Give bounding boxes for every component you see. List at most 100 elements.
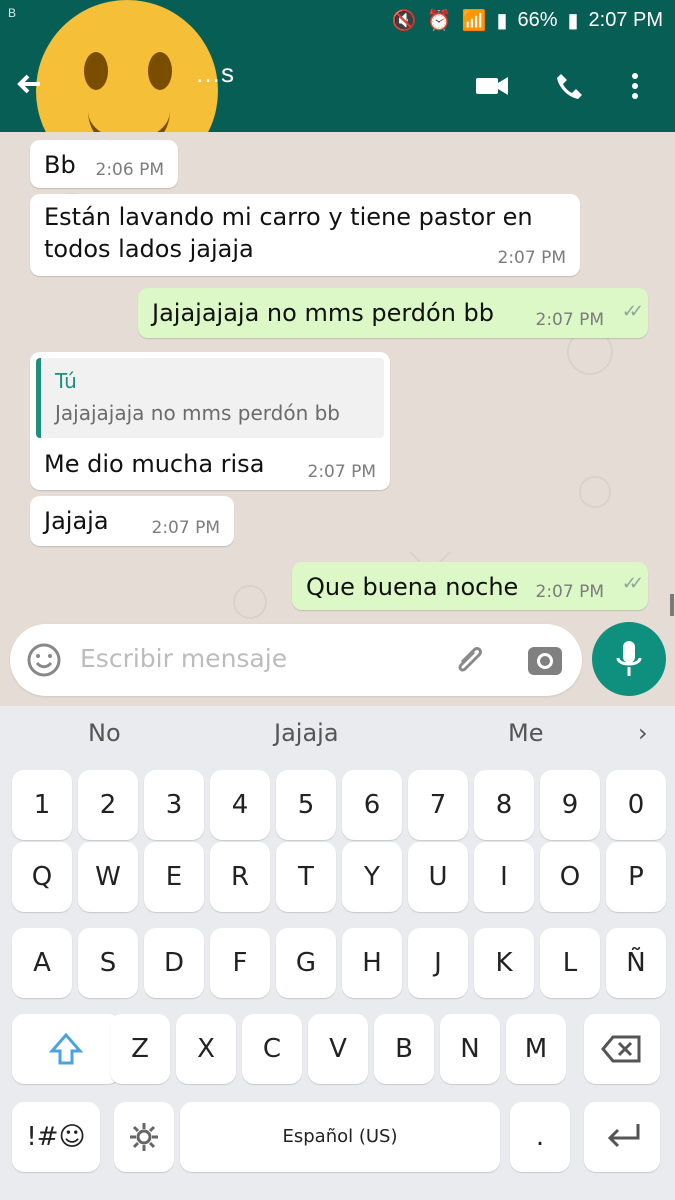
key-f[interactable]: F bbox=[210, 928, 270, 998]
quoted-text: Jajajajaja no mms perdón bb bbox=[55, 401, 340, 425]
key-4[interactable]: 4 bbox=[210, 770, 270, 840]
quoted-message[interactable]: Tú Jajajajaja no mms perdón bb bbox=[36, 358, 384, 438]
sticker-eye bbox=[84, 52, 108, 90]
message-text: Bb bbox=[44, 151, 76, 179]
shift-arrow-icon bbox=[48, 1032, 84, 1065]
key-c[interactable]: C bbox=[242, 1014, 302, 1084]
key-z[interactable]: Z bbox=[110, 1014, 170, 1084]
settings-key[interactable] bbox=[114, 1102, 174, 1172]
microphone-icon bbox=[616, 641, 642, 676]
attach-icon[interactable] bbox=[450, 640, 490, 680]
key-o[interactable]: O bbox=[540, 842, 600, 912]
key-t[interactable]: T bbox=[276, 842, 336, 912]
read-ticks-icon: ✓✓ bbox=[621, 573, 644, 594]
message-text: Jajajajaja no mms perdón bb bbox=[152, 299, 494, 327]
key-h[interactable]: H bbox=[342, 928, 402, 998]
status-app-badge: B bbox=[8, 6, 17, 20]
chat-app-bar: …s bbox=[0, 0, 675, 182]
incoming-reply-message[interactable]: Tú Jajajajaja no mms perdón bb Me dio mu… bbox=[30, 352, 390, 490]
key-g[interactable]: G bbox=[276, 928, 336, 998]
key-a[interactable]: A bbox=[12, 928, 72, 998]
emoji-icon[interactable] bbox=[26, 642, 62, 678]
message-input-bar[interactable]: Escribir mensaje bbox=[10, 624, 582, 696]
message-text: Jajaja bbox=[44, 507, 109, 535]
enter-key[interactable] bbox=[584, 1102, 660, 1172]
wifi-icon: 📶 bbox=[461, 10, 487, 32]
key-d[interactable]: D bbox=[144, 928, 204, 998]
video-call-button[interactable] bbox=[472, 66, 512, 106]
mute-icon: 🔇 bbox=[391, 10, 417, 32]
enter-icon bbox=[607, 1124, 640, 1148]
period-key[interactable]: . bbox=[510, 1102, 570, 1172]
suggestion-me[interactable]: Me bbox=[508, 706, 543, 760]
backspace-icon bbox=[601, 1035, 641, 1063]
key-9[interactable]: 9 bbox=[540, 770, 600, 840]
key-y[interactable]: Y bbox=[342, 842, 402, 912]
key-2[interactable]: 2 bbox=[78, 770, 138, 840]
key-6[interactable]: 6 bbox=[342, 770, 402, 840]
alarm-icon: ⏰ bbox=[426, 10, 452, 32]
key-v[interactable]: V bbox=[308, 1014, 368, 1084]
quoted-author: Tú bbox=[55, 369, 77, 393]
key-w[interactable]: W bbox=[78, 842, 138, 912]
battery-percent: 66% bbox=[517, 9, 558, 31]
video-camera-icon bbox=[476, 77, 508, 95]
key-b[interactable]: B bbox=[374, 1014, 434, 1084]
suggestion-no[interactable]: No bbox=[88, 706, 121, 760]
space-key[interactable]: Español (US) bbox=[180, 1102, 500, 1172]
message-time: 2:07 PM bbox=[535, 310, 605, 330]
incoming-message[interactable]: Están lavando mi carro y tiene pastor en… bbox=[30, 194, 580, 276]
battery-icon: ▮ bbox=[567, 10, 579, 32]
key-x[interactable]: X bbox=[176, 1014, 236, 1084]
voice-call-button[interactable] bbox=[550, 66, 590, 106]
contact-name: …s bbox=[195, 58, 234, 88]
key-k[interactable]: K bbox=[474, 928, 534, 998]
message-text: Que buena noche bbox=[306, 573, 519, 601]
backspace-key[interactable] bbox=[584, 1014, 660, 1084]
sticker-eye bbox=[148, 52, 172, 90]
key-7[interactable]: 7 bbox=[408, 770, 468, 840]
key-5[interactable]: 5 bbox=[276, 770, 336, 840]
message-time: 2:07 PM bbox=[151, 518, 221, 538]
message-time: 2:06 PM bbox=[95, 160, 165, 180]
outgoing-message[interactable]: Jajajajaja no mms perdón bb 2:07 PM ✓✓ bbox=[138, 288, 648, 338]
status-right: 🔇 ⏰ 📶 ▮ 66% ▮ 2:07 PM bbox=[392, 8, 663, 33]
key-q[interactable]: Q bbox=[12, 842, 72, 912]
key-r[interactable]: R bbox=[210, 842, 270, 912]
key-3[interactable]: 3 bbox=[144, 770, 204, 840]
shift-key[interactable] bbox=[12, 1014, 120, 1084]
key-8[interactable]: 8 bbox=[474, 770, 534, 840]
key-e[interactable]: E bbox=[144, 842, 204, 912]
key-i[interactable]: I bbox=[474, 842, 534, 912]
key-p[interactable]: P bbox=[606, 842, 666, 912]
keyboard: No Jajaja Me › 1 2 3 4 5 6 7 8 9 0 Q W E… bbox=[0, 706, 675, 1200]
incoming-message[interactable]: Jajaja 2:07 PM bbox=[30, 496, 234, 546]
key-l[interactable]: L bbox=[540, 928, 600, 998]
key-n-tilde[interactable]: Ñ bbox=[606, 928, 666, 998]
chat-scrollbar[interactable] bbox=[670, 594, 674, 616]
more-options-button[interactable] bbox=[620, 66, 650, 106]
message-input-placeholder[interactable]: Escribir mensaje bbox=[80, 644, 287, 673]
key-m[interactable]: M bbox=[506, 1014, 566, 1084]
outgoing-message[interactable]: Que buena noche 2:07 PM ✓✓ bbox=[292, 562, 648, 610]
key-n[interactable]: N bbox=[440, 1014, 500, 1084]
key-j[interactable]: J bbox=[408, 928, 468, 998]
key-u[interactable]: U bbox=[408, 842, 468, 912]
voice-message-button[interactable] bbox=[592, 622, 666, 696]
chat-area[interactable]: Bb 2:06 PM Están lavando mi carro y tien… bbox=[0, 132, 675, 706]
message-text: Me dio mucha risa bbox=[44, 450, 265, 478]
back-button[interactable] bbox=[10, 64, 50, 104]
symbols-key[interactable]: !#☺ bbox=[12, 1102, 100, 1172]
status-time: 2:07 PM bbox=[588, 9, 663, 31]
chevron-right-icon[interactable]: › bbox=[638, 706, 648, 760]
message-time: 2:07 PM bbox=[497, 248, 567, 268]
message-text-line: Están lavando mi carro y tiene pastor en bbox=[44, 203, 533, 231]
suggestion-jajaja[interactable]: Jajaja bbox=[274, 706, 339, 760]
camera-icon[interactable] bbox=[525, 642, 565, 678]
incoming-message[interactable]: Bb 2:06 PM bbox=[30, 140, 178, 188]
key-0[interactable]: 0 bbox=[606, 770, 666, 840]
signal-icon: ▮ bbox=[496, 10, 508, 32]
back-arrow-icon bbox=[17, 74, 40, 94]
key-1[interactable]: 1 bbox=[12, 770, 72, 840]
key-s[interactable]: S bbox=[78, 928, 138, 998]
